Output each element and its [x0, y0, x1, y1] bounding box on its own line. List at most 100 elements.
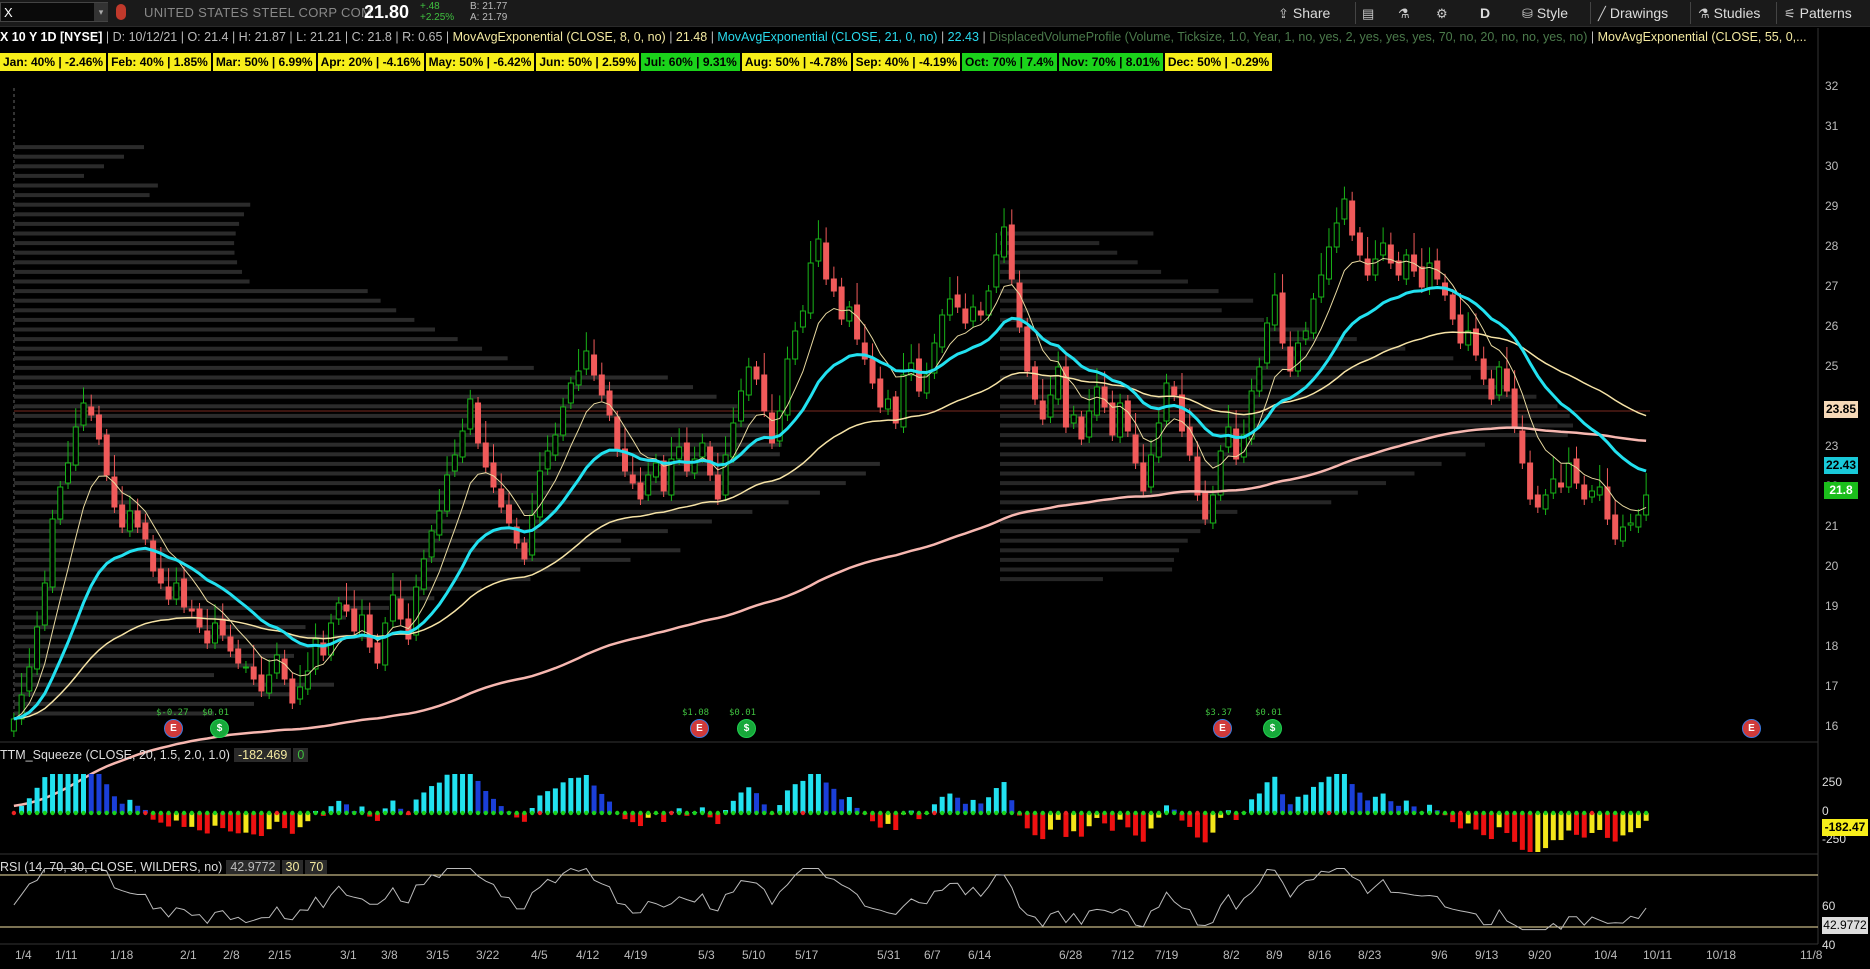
price-chart[interactable] [0, 0, 1870, 969]
ttm-squeeze-dot [669, 810, 674, 816]
candle-body [1039, 400, 1046, 420]
candle-body [1403, 254, 1410, 280]
ttm-squeeze-dot [1017, 810, 1022, 816]
ttm-histogram-bar [1543, 813, 1549, 849]
ttm-histogram-bar [57, 774, 63, 813]
earnings-icon[interactable]: E [164, 719, 183, 738]
earnings-icon[interactable]: E [1742, 719, 1761, 738]
ttm-histogram-bar [1280, 794, 1286, 813]
candle-body [1364, 258, 1371, 276]
ttm-squeeze-dot [398, 810, 403, 816]
ttm-squeeze-dot [808, 810, 813, 816]
candle-body [281, 658, 288, 680]
ttm-squeeze-label[interactable]: TTM_Squeeze (CLOSE, 20, 1.5, 2.0, 1.0) -1… [0, 748, 309, 762]
volume-profile-bar [14, 596, 435, 601]
ttm-squeeze-dot [1589, 810, 1595, 816]
candle-body [536, 470, 543, 518]
volume-profile-bar [1000, 452, 1466, 457]
ttm-squeeze-dot [444, 810, 450, 816]
ttm-zero: 0 [293, 748, 309, 762]
ttm-squeeze-dot [1582, 810, 1587, 816]
candle-body [250, 666, 257, 680]
candle-body [1635, 514, 1642, 528]
candle-body [714, 474, 721, 500]
ttm-squeeze-dot [1141, 810, 1146, 816]
ttm-squeeze-dot [1179, 810, 1185, 816]
ttm-squeeze-dot [282, 810, 287, 816]
volume-profile-bar [1000, 481, 1387, 486]
price-tick-25: 25 [1825, 359, 1839, 373]
dividend-icon[interactable]: $ [1263, 719, 1282, 738]
earnings-icon[interactable]: E [1213, 719, 1232, 738]
dividend-icon[interactable]: $ [737, 719, 756, 738]
volume-profile-bar [14, 644, 334, 649]
volume-profile-bar [14, 173, 84, 178]
candle-body [591, 354, 598, 376]
date-tick: 9/13 [1475, 948, 1499, 962]
date-tick: 8/23 [1358, 948, 1382, 962]
candle-body [374, 642, 381, 664]
ttm-squeeze-dot [970, 810, 976, 816]
volume-profile-bar [14, 145, 144, 150]
date-tick: 1/18 [110, 948, 134, 962]
candle-body [954, 294, 961, 308]
candle-body [498, 488, 505, 508]
ttm-squeeze-dot [135, 810, 140, 816]
ttm-squeeze-dot [738, 810, 744, 816]
candle-body [266, 674, 273, 694]
dividend-icon[interactable]: $ [210, 719, 229, 738]
candle-body [1093, 386, 1100, 416]
ttm-squeeze-dot [483, 810, 488, 816]
ttm-squeeze-dot [96, 810, 102, 816]
ttm-histogram-bar [1635, 813, 1641, 829]
ttm-squeeze-dot [1380, 810, 1386, 816]
ttm-squeeze-dot [584, 810, 589, 816]
candle-body [459, 430, 466, 458]
candle-body [134, 510, 141, 528]
ttm-squeeze-dot [1133, 810, 1138, 816]
ttm-squeeze-dot [243, 810, 249, 816]
ttm-squeeze-dot [1419, 810, 1424, 816]
candle-body [57, 486, 64, 520]
ttm-histogram-bar [1597, 813, 1603, 830]
ttm-histogram-bar [258, 813, 264, 837]
ttm-squeeze-dot [437, 810, 442, 816]
ttm-squeeze-dot [1512, 810, 1517, 816]
ttm-squeeze-dot [630, 810, 635, 816]
candle-body [1333, 222, 1340, 248]
ttm-histogram-bar [42, 777, 48, 813]
rsi-label[interactable]: RSI (14, 70, 30, CLOSE, WILDERS, no) 42.9… [0, 860, 328, 874]
ttm-squeeze-dot [1435, 810, 1440, 816]
ttm-squeeze-dot [1295, 810, 1301, 816]
ttm-histogram-bar [955, 797, 961, 813]
ttm-squeeze-dot [1558, 810, 1564, 816]
dividend-label: $0.01 [202, 708, 230, 718]
ttm-squeeze-dot [731, 810, 736, 816]
volume-profile-bar [14, 212, 244, 217]
date-tick: 7/12 [1111, 948, 1135, 962]
ttm-histogram-bar [823, 782, 829, 813]
volume-profile-bar [1000, 433, 1568, 438]
last-price-tag: 21.8 [1824, 482, 1858, 499]
date-tick: 6/14 [968, 948, 992, 962]
candle-body [1287, 346, 1294, 372]
candle-body [80, 402, 87, 426]
ttm-squeeze-dot [119, 810, 125, 816]
ttm-histogram-bar [583, 774, 589, 813]
ttm-squeeze-dot [537, 810, 543, 816]
ttm-histogram-bar [204, 813, 210, 834]
ttm-squeeze-dot [885, 810, 891, 816]
earnings-icon[interactable]: E [690, 719, 709, 738]
candle-body [1295, 342, 1302, 372]
ttm-squeeze-dot [692, 810, 697, 816]
date-tick: 3/22 [476, 948, 500, 962]
ttm-squeeze-dot [11, 810, 17, 816]
candle-body [730, 422, 737, 458]
candle-body [1349, 200, 1356, 236]
volume-profile-bar [14, 673, 214, 678]
ttm-squeeze-dot [429, 810, 434, 816]
ttm-squeeze-dot [1520, 810, 1525, 816]
volume-profile-bar [14, 289, 368, 294]
candle-body [614, 416, 621, 452]
date-tick: 6/7 [924, 948, 941, 962]
